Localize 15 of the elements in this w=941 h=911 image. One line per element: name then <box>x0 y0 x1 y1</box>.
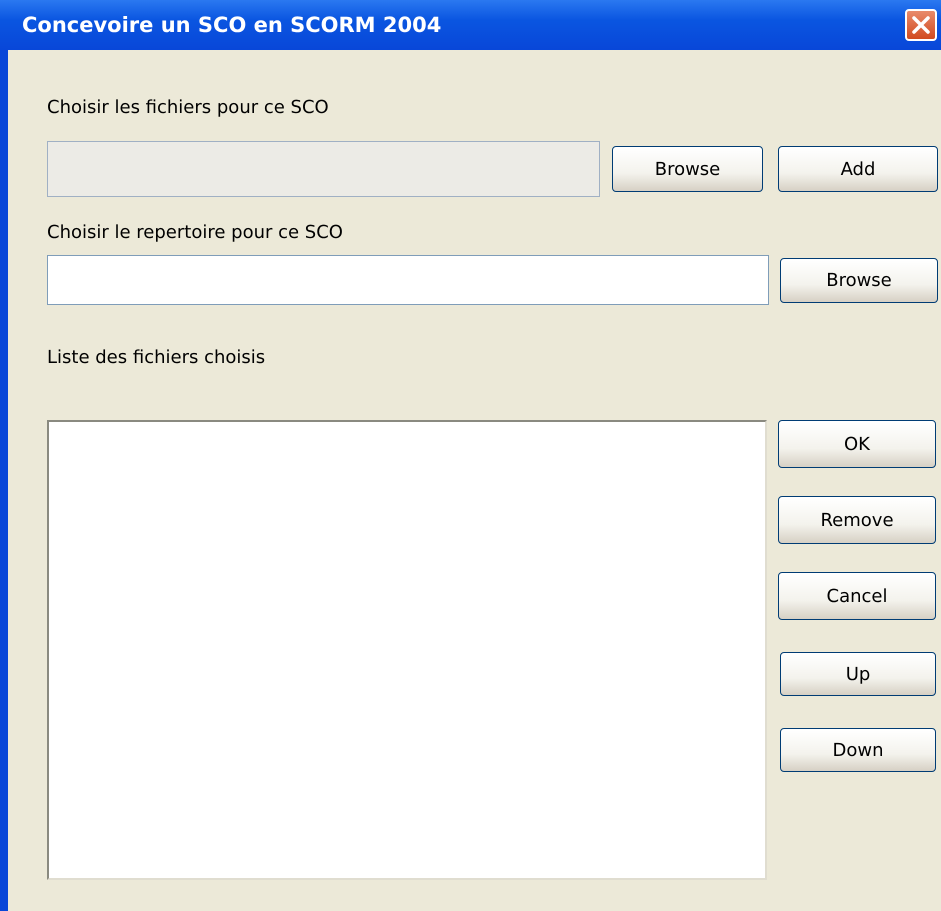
dialog-button[interactable]: Cancel <box>778 572 936 620</box>
field-label: Choisir les fichiers pour ce SCO <box>47 96 329 120</box>
dialog-button[interactable]: OK <box>778 420 936 468</box>
dialog-button[interactable]: Browse <box>780 258 938 302</box>
field-label: Choisir le repertoire pour ce SCO <box>47 221 343 245</box>
list-label: Liste des fichiers choisis <box>47 346 266 370</box>
dialog-button[interactable]: Browse <box>612 146 763 192</box>
input-field[interactable] <box>47 255 769 305</box>
close-icon <box>911 15 931 35</box>
dialog-button[interactable]: Remove <box>778 496 936 544</box>
window-title: Concevoire un SCO en SCORM 2004 <box>22 13 442 37</box>
close-button[interactable] <box>905 9 937 41</box>
dialog-button[interactable]: Up <box>780 652 936 696</box>
dialog-button[interactable]: Add <box>778 146 938 192</box>
dialog-button[interactable]: Down <box>780 728 936 772</box>
